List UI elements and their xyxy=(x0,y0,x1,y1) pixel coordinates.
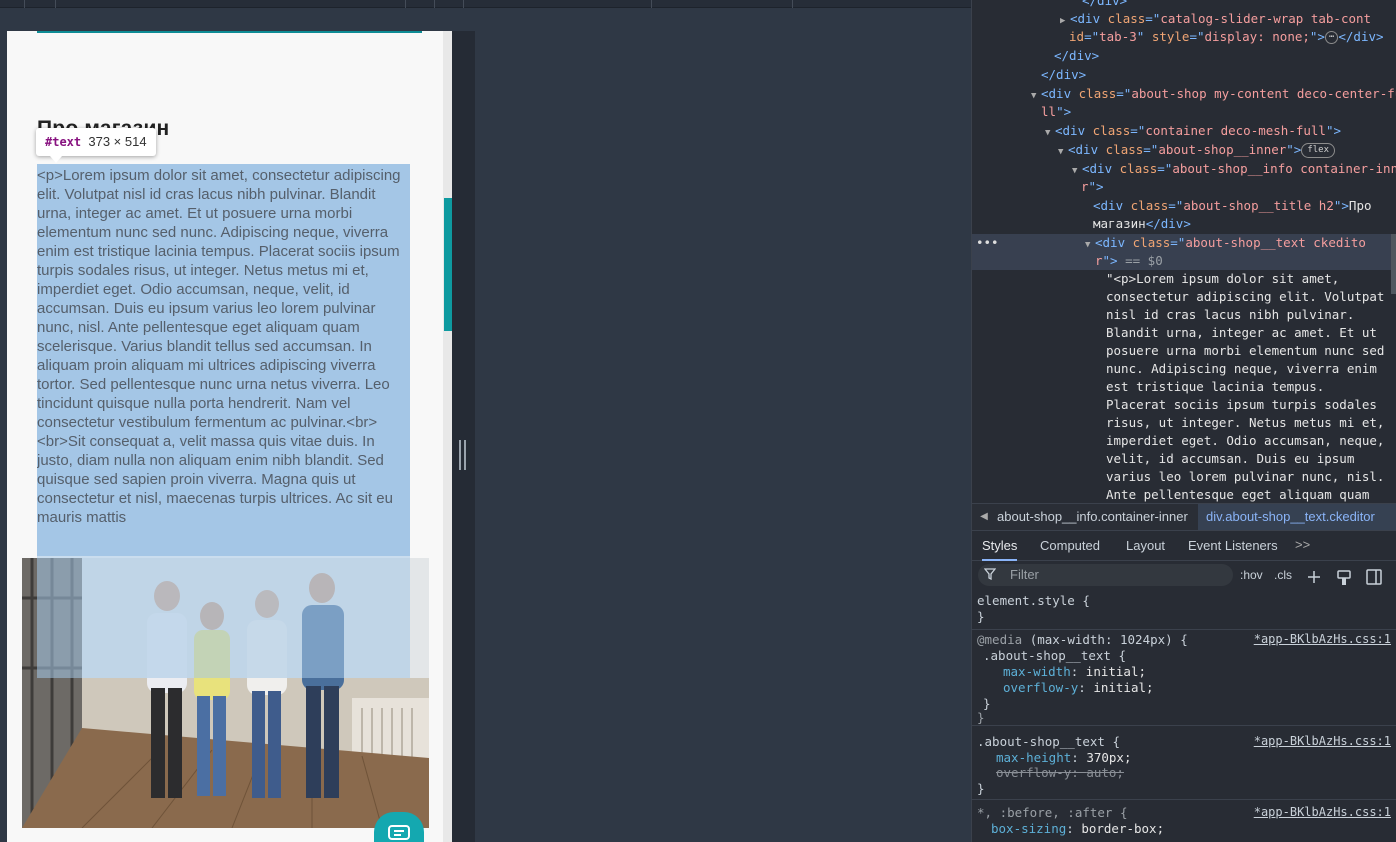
dom-line-about-shop-cont[interactable]: ll"> xyxy=(1041,102,1396,121)
rule-selector[interactable]: *, :before, :after { xyxy=(977,805,1128,821)
more-tabs-icon[interactable]: >> xyxy=(1295,537,1310,552)
tab-event-listeners[interactable]: Event Listeners xyxy=(1188,531,1278,561)
rule-source-link[interactable]: *app-BKlbAzHs.css:1 xyxy=(1254,805,1391,819)
dom-line-text-div[interactable]: ▼ <div class="about-shop__text ckedito xyxy=(1085,233,1396,252)
elements-tree[interactable]: </div> ▶ <div class="catalog-slider-wrap … xyxy=(972,0,1396,503)
text-node-content[interactable]: "<p>Lorem ipsum dolor sit amet, consecte… xyxy=(1106,270,1391,503)
inspect-tooltip: #text 373 × 514 xyxy=(36,128,156,156)
rule-source-link[interactable]: *app-BKlbAzHs.css:1 xyxy=(1254,734,1391,748)
style-rule-universal[interactable]: *, :before, :after { *app-BKlbAzHs.css:1… xyxy=(972,802,1396,842)
dom-line-close[interactable]: </div> xyxy=(1041,65,1396,84)
css-property[interactable]: overflow-y xyxy=(1003,680,1078,695)
style-rule-element[interactable]: element.style { } xyxy=(972,590,1396,630)
chat-icon xyxy=(388,825,410,840)
dom-line-info-cont[interactable]: r"> xyxy=(1081,177,1396,196)
device-resize-strip xyxy=(452,31,475,842)
dom-line-title[interactable]: <div class="about-shop__title h2">Про xyxy=(1093,196,1396,215)
tab-layout[interactable]: Layout xyxy=(1126,531,1165,561)
filter-icon xyxy=(984,568,996,580)
section-divider xyxy=(37,31,422,33)
tooltip-node-label: #text xyxy=(45,135,82,149)
css-value[interactable]: border-box; xyxy=(1081,821,1164,836)
tab-styles[interactable]: Styles xyxy=(982,531,1018,561)
css-value-overridden[interactable]: auto; xyxy=(1086,765,1124,780)
css-property[interactable]: max-height xyxy=(996,750,1071,765)
css-property[interactable]: box-sizing xyxy=(991,821,1066,836)
styles-tabbar: Styles Computed Layout Event Listeners >… xyxy=(972,531,1396,561)
paint-icon[interactable] xyxy=(1337,567,1351,589)
css-property-overridden[interactable]: overflow-y xyxy=(996,765,1071,780)
about-shop-text[interactable]: <p>Lorem ipsum dolor sit amet, consectet… xyxy=(37,164,410,556)
css-value[interactable]: initial; xyxy=(1086,664,1146,679)
tree-scrollbar[interactable] xyxy=(1391,234,1396,294)
rule-close: } xyxy=(977,609,985,624)
chat-button[interactable] xyxy=(374,812,424,842)
rule-close: } xyxy=(977,781,985,796)
page-scrollbar[interactable] xyxy=(443,31,452,842)
css-value[interactable]: initial; xyxy=(1093,680,1153,695)
page-scrollbar-thumb[interactable] xyxy=(444,198,452,331)
breadcrumb: ◀ about-shop__info.container-inner div.a… xyxy=(972,503,1396,531)
dom-line-info[interactable]: ▼ <div class="about-shop__info container-… xyxy=(1072,159,1396,178)
dom-line-catalog-slider[interactable]: ▶ <div class="catalog-slider-wrap tab-con… xyxy=(1060,9,1396,28)
media-keyword: @media xyxy=(977,632,1023,647)
media-close: } xyxy=(977,710,985,725)
hover-state-toggle[interactable]: :hov xyxy=(1240,564,1263,586)
node-actions-icon[interactable]: ••• xyxy=(976,233,999,252)
rule-selector[interactable]: .about-shop__text { xyxy=(977,734,1120,750)
styles-filter-input[interactable]: Filter xyxy=(978,564,1233,586)
dom-line-about-shop[interactable]: ▼ <div class="about-shop my-content deco-… xyxy=(1031,84,1396,103)
breadcrumb-item[interactable]: about-shop__info.container-inner xyxy=(997,504,1188,530)
top-ruler xyxy=(0,0,971,8)
rule-selector[interactable]: element.style { xyxy=(977,593,1090,609)
dom-line-container[interactable]: ▼ <div class="container deco-mesh-full"> xyxy=(1045,121,1396,140)
text-highlight-overflow xyxy=(37,556,410,678)
breadcrumb-back-icon[interactable]: ◀ xyxy=(975,504,993,530)
rule-selector[interactable]: .about-shop__text { xyxy=(983,648,1126,664)
dom-line-close[interactable]: </div> xyxy=(1054,46,1396,65)
add-rule-icon[interactable] xyxy=(1307,567,1323,589)
css-value[interactable]: 370px; xyxy=(1086,750,1131,765)
sidebar-toggle-icon[interactable] xyxy=(1366,566,1382,588)
resize-handle[interactable] xyxy=(459,440,467,470)
tooltip-arrow xyxy=(50,156,62,163)
ellipsis-badge[interactable]: ⋯ xyxy=(1324,31,1339,44)
dom-line-catalog-slider-attrs[interactable]: id="tab-3" style="display: none;"> ⋯ </div… xyxy=(1069,27,1396,46)
dom-line-title-cont[interactable]: магазин</div> xyxy=(1093,214,1396,233)
dom-line-text-div-cont[interactable]: r"> == $0 xyxy=(1095,251,1396,270)
class-toggle[interactable]: .cls xyxy=(1274,564,1292,586)
filter-row: Filter :hov .cls xyxy=(972,562,1396,590)
devtools-panel: </div> ▶ <div class="catalog-slider-wrap … xyxy=(971,0,1396,842)
style-rule-media[interactable]: @media (max-width: 1024px) { *app-BKlbAz… xyxy=(972,630,1396,726)
breadcrumb-item-active[interactable]: div.about-shop__text.ckeditor xyxy=(1198,504,1396,530)
screen: Про магазин <p>Lorem ipsum dolor sit ame… xyxy=(0,0,1396,842)
tooltip-size: 373 × 514 xyxy=(88,134,147,149)
css-property[interactable]: max-width xyxy=(1003,664,1071,679)
tab-computed[interactable]: Computed xyxy=(1040,531,1100,561)
rule-source-link[interactable]: *app-BKlbAzHs.css:1 xyxy=(1254,632,1391,646)
flex-badge[interactable]: flex xyxy=(1301,143,1336,158)
styles-pane[interactable]: element.style { } @media (max-width: 102… xyxy=(972,590,1396,842)
dom-line-inner[interactable]: ▼ <div class="about-shop__inner"> flex xyxy=(1058,140,1396,159)
media-query[interactable]: (max-width: 1024px) { xyxy=(1030,632,1188,647)
style-rule-about-shop-text[interactable]: .about-shop__text { *app-BKlbAzHs.css:1 … xyxy=(972,730,1396,800)
